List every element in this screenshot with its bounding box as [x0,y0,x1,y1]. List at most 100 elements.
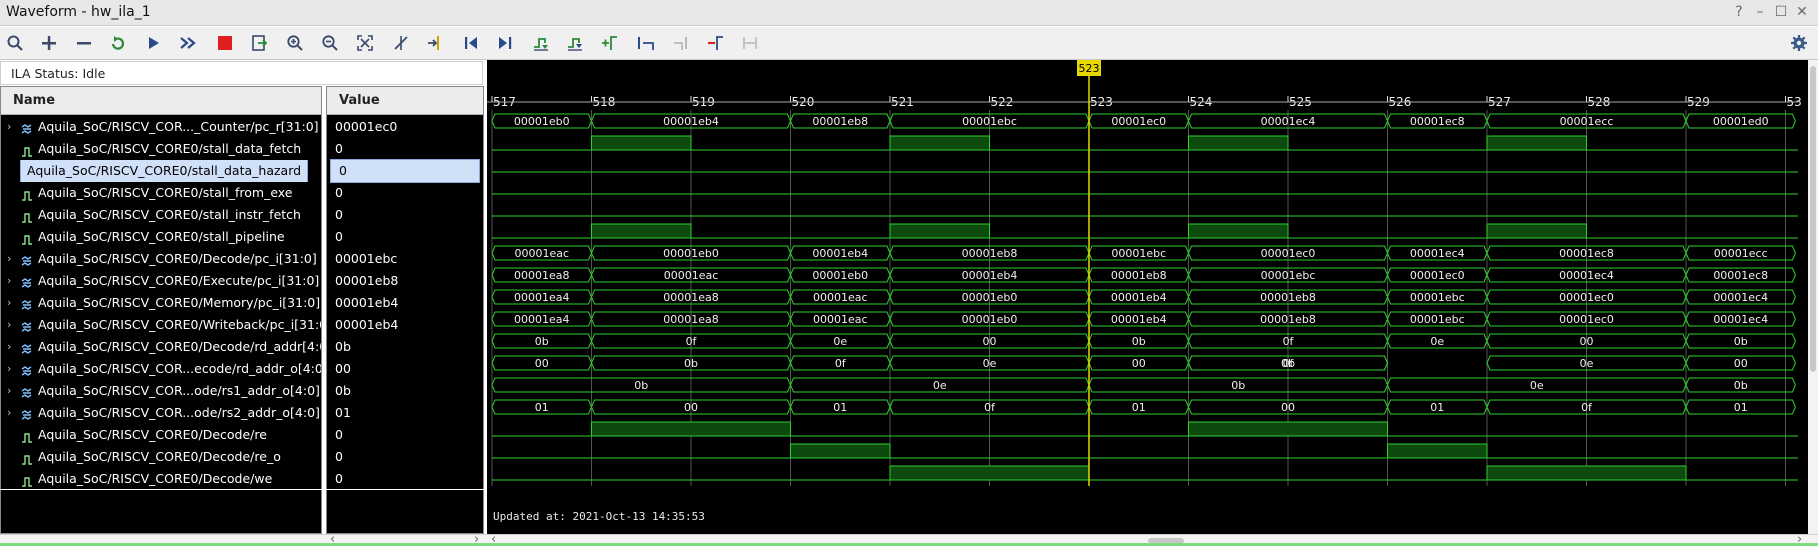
signal-value[interactable]: 0 [330,159,480,183]
signal-value[interactable]: 00001eb4 [327,292,483,314]
bus-value-label: 00001ec0 [1410,269,1465,282]
bus-value-label: 00001eb4 [663,115,719,128]
bus-value-label: 00001ec8 [1410,115,1465,128]
bus-value-label: 0e [833,335,847,348]
value-column-header[interactable]: Value [327,87,483,115]
zoom-in-icon[interactable] [282,31,308,55]
signal-row[interactable]: › Aquila_SoC/RISCV_COR...ode/rs1_addr_o[4… [1,380,321,402]
expand-chevron-icon[interactable]: › [7,380,11,402]
expand-chevron-icon[interactable]: › [7,336,11,358]
signal-name: Aquila_SoC/RISCV_CORE0/stall_data_hazard [19,160,309,182]
signal-value[interactable]: 0 [327,226,483,248]
refresh-icon[interactable] [105,31,131,55]
signal-row[interactable]: Aquila_SoC/RISCV_CORE0/Decode/re_o [1,446,321,468]
expand-chevron-icon[interactable]: › [7,314,11,336]
bus-value-label: 00001ec0 [1559,291,1614,304]
signal-row[interactable]: › Aquila_SoC/RISCV_COR...ecode/rd_addr_o[… [1,358,321,380]
bus-value-label: 00001ec0 [1111,115,1166,128]
signal-value[interactable]: 00001ebc [327,248,483,270]
add-marker-icon[interactable] [597,31,623,55]
signal-value[interactable]: 00001eb4 [327,314,483,336]
settings-icon[interactable] [1786,31,1812,55]
zoom-out-icon[interactable] [317,31,343,55]
signal-value[interactable]: 01 [327,402,483,424]
stop-icon[interactable] [212,31,238,55]
previous-edge-icon[interactable] [633,31,659,55]
signal-value[interactable]: 0 [327,182,483,204]
bus-value-label: 0b [684,357,698,370]
help-button[interactable]: ? [1731,4,1747,20]
signal-value[interactable]: 0b [327,380,483,402]
name-column-header[interactable]: Name [1,87,321,115]
expand-chevron-icon[interactable]: › [7,402,11,424]
run-icon[interactable] [140,31,166,55]
signal-row[interactable]: › Aquila_SoC/RISCV_COR...ode/rs2_addr_o[4… [1,402,321,424]
bus-value-label: 00001eb0 [962,291,1018,304]
signal-row[interactable]: Aquila_SoC/RISCV_CORE0/Decode/we [1,468,321,490]
signal-row[interactable]: Aquila_SoC/RISCV_CORE0/Decode/re [1,424,321,446]
expand-chevron-icon[interactable]: › [7,292,11,314]
signal-value[interactable]: 0 [327,468,483,490]
signal-value[interactable]: 0b [327,336,483,358]
bus-value-label: 01 [535,401,549,414]
signal-value[interactable]: 00 [327,358,483,380]
signal-row[interactable]: › Aquila_SoC/RISCV_CORE0/Decode/rd_addr[4… [1,336,321,358]
signal-row[interactable]: › Aquila_SoC/RISCV_CORE0/Writeback/pc_i[3… [1,314,321,336]
bus-value-label: 01 [1132,401,1146,414]
minimize-button[interactable]: – [1752,4,1768,20]
bus-value-label: 00001eb0 [663,247,719,260]
bus-value-label: 0e [1430,335,1444,348]
signal-name: Aquila_SoC/RISCV_CORE0/Execute/pc_i[31:0… [38,273,320,288]
bus-value-label: 0f [984,401,996,414]
remove-marker-icon[interactable] [703,31,729,55]
signal-row[interactable]: › Aquila_SoC/RISCV_COR..._Counter/pc_r[31… [1,116,321,138]
no-cursor-icon[interactable] [388,31,414,55]
signal-value[interactable]: 0 [327,424,483,446]
signal-value[interactable]: 0 [327,138,483,160]
bus-signal-icon [21,385,33,398]
signal-name: Aquila_SoC/RISCV_CORE0/Memory/pc_i[31:0] [38,295,321,310]
next-edge-icon[interactable] [668,31,694,55]
expand-chevron-icon[interactable]: › [7,116,11,138]
bus-value-label: 00 [1580,335,1594,348]
signal-row[interactable]: Aquila_SoC/RISCV_CORE0/stall_data_hazard [1,160,321,182]
bus-value-label: 00001ec0 [1559,313,1614,326]
next-marker-icon[interactable] [492,31,518,55]
add-icon[interactable] [36,31,62,55]
bit-high-pulse [889,135,990,151]
signal-value[interactable]: 00001ec0 [327,116,483,138]
swap-alt-icon[interactable] [562,31,588,55]
waveform-canvas[interactable]: 517 518 519 520 521 522 523 524 525 526 527 528 529 5… [487,60,1808,534]
search-icon[interactable] [2,31,28,55]
swap-icon[interactable] [528,31,554,55]
remove-icon[interactable] [71,31,97,55]
signal-row[interactable]: Aquila_SoC/RISCV_CORE0/stall_instr_fetch [1,204,321,226]
signal-row[interactable]: Aquila_SoC/RISCV_CORE0/stall_pipeline [1,226,321,248]
signal-value[interactable]: 0 [327,204,483,226]
maximize-button[interactable]: ☐ [1773,4,1789,20]
bus-value-label: 0f [1283,335,1295,348]
signal-value[interactable]: 0 [327,446,483,468]
close-button[interactable]: ✕ [1794,4,1810,20]
bus-value-label: 00001ebc [1410,313,1465,326]
signal-row[interactable]: Aquila_SoC/RISCV_CORE0/stall_data_fetch [1,138,321,160]
vertical-scroll-thumb[interactable] [1810,66,1816,372]
previous-marker-icon[interactable] [458,31,484,55]
export-icon[interactable] [246,31,272,55]
bus-value-label: 00001eb8 [1260,313,1316,326]
name-panel-divider [0,489,322,490]
expand-chevron-icon[interactable]: › [7,358,11,380]
run-immediate-icon[interactable] [175,31,201,55]
zoom-fit-icon[interactable] [352,31,378,55]
signal-row[interactable]: › Aquila_SoC/RISCV_CORE0/Decode/pc_i[31:0… [1,248,321,270]
disabled-icon[interactable] [737,31,763,55]
go-to-cursor-icon[interactable] [422,31,448,55]
expand-chevron-icon[interactable]: › [7,270,11,292]
bus-value-label: 01 [1734,401,1748,414]
signal-row[interactable]: Aquila_SoC/RISCV_CORE0/stall_from_exe [1,182,321,204]
waveform-panel[interactable]: 517 518 519 520 521 522 523 524 525 526 527 528 529 5… [487,60,1808,534]
expand-chevron-icon[interactable]: › [7,248,11,270]
signal-row[interactable]: › Aquila_SoC/RISCV_CORE0/Execute/pc_i[31:… [1,270,321,292]
signal-value[interactable]: 00001eb8 [327,270,483,292]
signal-row[interactable]: › Aquila_SoC/RISCV_CORE0/Memory/pc_i[31:0… [1,292,321,314]
